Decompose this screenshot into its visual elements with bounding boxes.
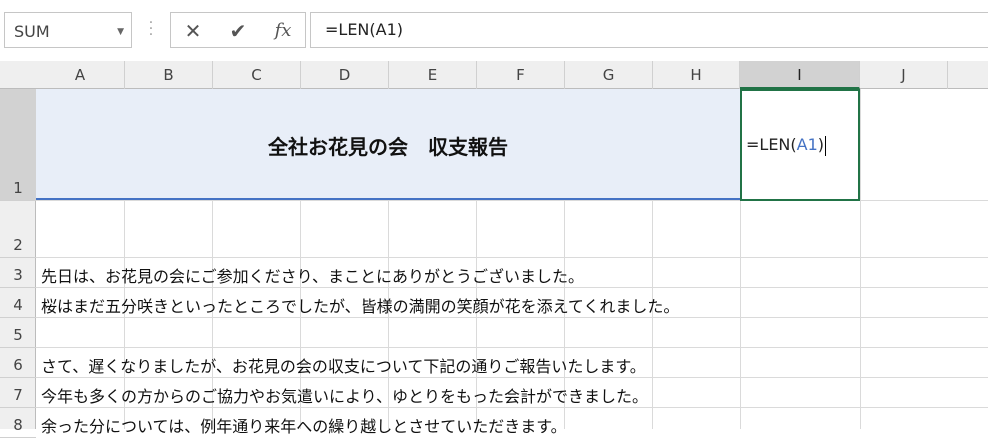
row-number: 5 <box>13 326 23 344</box>
merged-title-cell[interactable]: 全社お花見の会 収支報告 <box>36 89 740 200</box>
column-header-e[interactable]: E <box>389 61 477 89</box>
row-number: 7 <box>13 386 23 404</box>
row-number: 3 <box>13 266 23 284</box>
row-header-5[interactable]: 5 <box>0 318 36 348</box>
row-header-8[interactable]: 8 <box>0 408 36 438</box>
close-icon[interactable]: ✕ <box>178 18 208 44</box>
row-header-6[interactable]: 6 <box>0 348 36 378</box>
row-number: 4 <box>13 296 23 314</box>
cell-edit-text[interactable]: =LEN(A1) <box>746 135 827 156</box>
row-header-4[interactable]: 4 <box>0 288 36 318</box>
row-header-3[interactable]: 3 <box>0 258 36 288</box>
chevron-down-icon[interactable]: ▼ <box>117 27 124 37</box>
name-box[interactable]: SUM ▼ <box>4 12 132 48</box>
name-box-value: SUM <box>14 22 50 41</box>
formula-suffix: ) <box>817 135 825 154</box>
row-number: 1 <box>13 179 23 197</box>
formula-text: =LEN(A1) <box>325 20 404 39</box>
cell-a8[interactable]: 余った分については、例年通り来年への繰り越しとさせていただきます。 <box>41 413 567 437</box>
column-header-g[interactable]: G <box>565 61 653 89</box>
column-header-d[interactable]: D <box>301 61 389 89</box>
drag-handle-icon[interactable]: · · · <box>146 16 156 42</box>
cell-a7[interactable]: 今年も多くの方からのご協力やお気遣いにより、ゆとりをもった会計ができました。 <box>41 383 648 407</box>
sheet-title: 全社お花見の会 収支報告 <box>268 135 508 159</box>
column-header-i[interactable]: I <box>740 61 860 89</box>
cell-a4[interactable]: 桜はまだ五分咲きといったところでしたが、皆様の満開の笑顔が花を添えてくれました。 <box>41 293 679 317</box>
formula-prefix: =LEN( <box>746 135 797 154</box>
row-header-7[interactable]: 7 <box>0 378 36 408</box>
column-header-b[interactable]: B <box>125 61 213 89</box>
column-header-h[interactable]: H <box>653 61 740 89</box>
active-cell-i1[interactable]: =LEN(A1) <box>740 89 860 201</box>
insert-function-button[interactable]: fx <box>268 18 298 44</box>
row-header-bar: 1 2 3 4 5 6 7 8 <box>0 89 36 438</box>
row-number: 8 <box>13 416 23 434</box>
cell-a3[interactable]: 先日は、お花見の会にご参加くださり、まことにありがとうございました。 <box>41 263 584 287</box>
column-header-bar: A B C D E F G H I J <box>0 61 988 89</box>
formula-input[interactable]: =LEN(A1) <box>310 12 988 48</box>
column-header-j[interactable]: J <box>860 61 948 89</box>
check-icon[interactable]: ✔ <box>223 18 253 44</box>
column-header-a[interactable]: A <box>36 61 125 89</box>
row-header-1[interactable]: 1 <box>0 89 36 201</box>
column-header-c[interactable]: C <box>213 61 301 89</box>
row-number: 2 <box>13 236 23 254</box>
column-header-f[interactable]: F <box>477 61 565 89</box>
text-cursor <box>825 135 827 156</box>
cell-reference: A1 <box>796 135 818 154</box>
row-number: 6 <box>13 356 23 374</box>
cell-a6[interactable]: さて、遅くなりましたが、お花見の会の収支について下記の通りご報告いたします。 <box>41 353 646 377</box>
formula-buttons: ✕ ✔ fx <box>170 12 306 48</box>
row-header-2[interactable]: 2 <box>0 201 36 258</box>
